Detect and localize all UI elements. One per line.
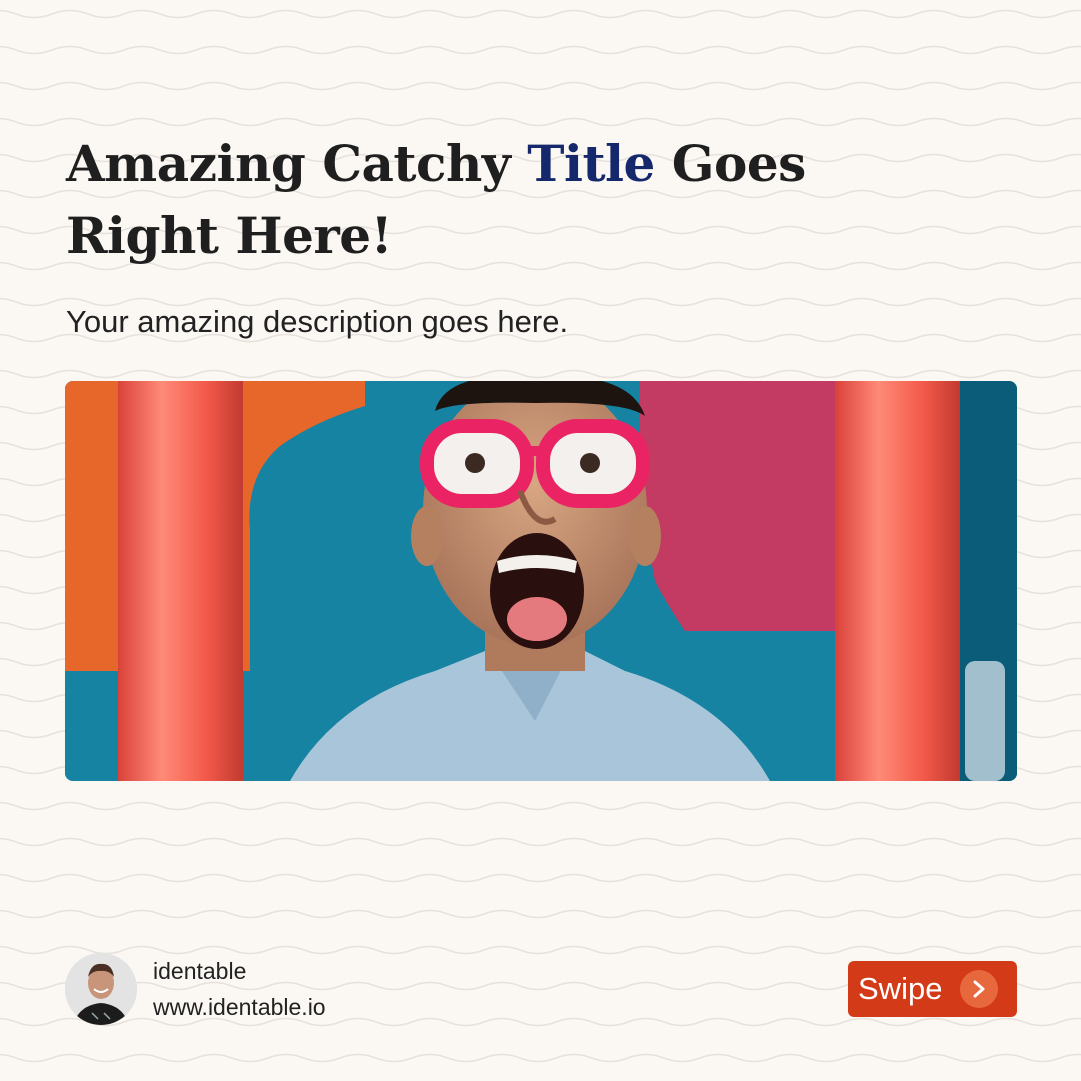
- hero-image: [65, 381, 1017, 781]
- title-highlight: Title: [527, 134, 655, 193]
- swipe-button[interactable]: Swipe: [848, 961, 1017, 1017]
- author-block: identable www.identable.io: [65, 953, 326, 1025]
- avatar: [65, 953, 137, 1025]
- author-name: identable: [153, 958, 247, 984]
- title-part-1: Amazing Catchy: [66, 134, 528, 193]
- description-text: Your amazing description goes here.: [66, 304, 569, 339]
- chevron-right-icon: [960, 970, 999, 1008]
- swipe-label: Swipe: [858, 971, 943, 1006]
- author-website-link[interactable]: www.identable.io: [153, 989, 326, 1025]
- page-title: Amazing Catchy Title Goes Right Here!: [66, 128, 866, 272]
